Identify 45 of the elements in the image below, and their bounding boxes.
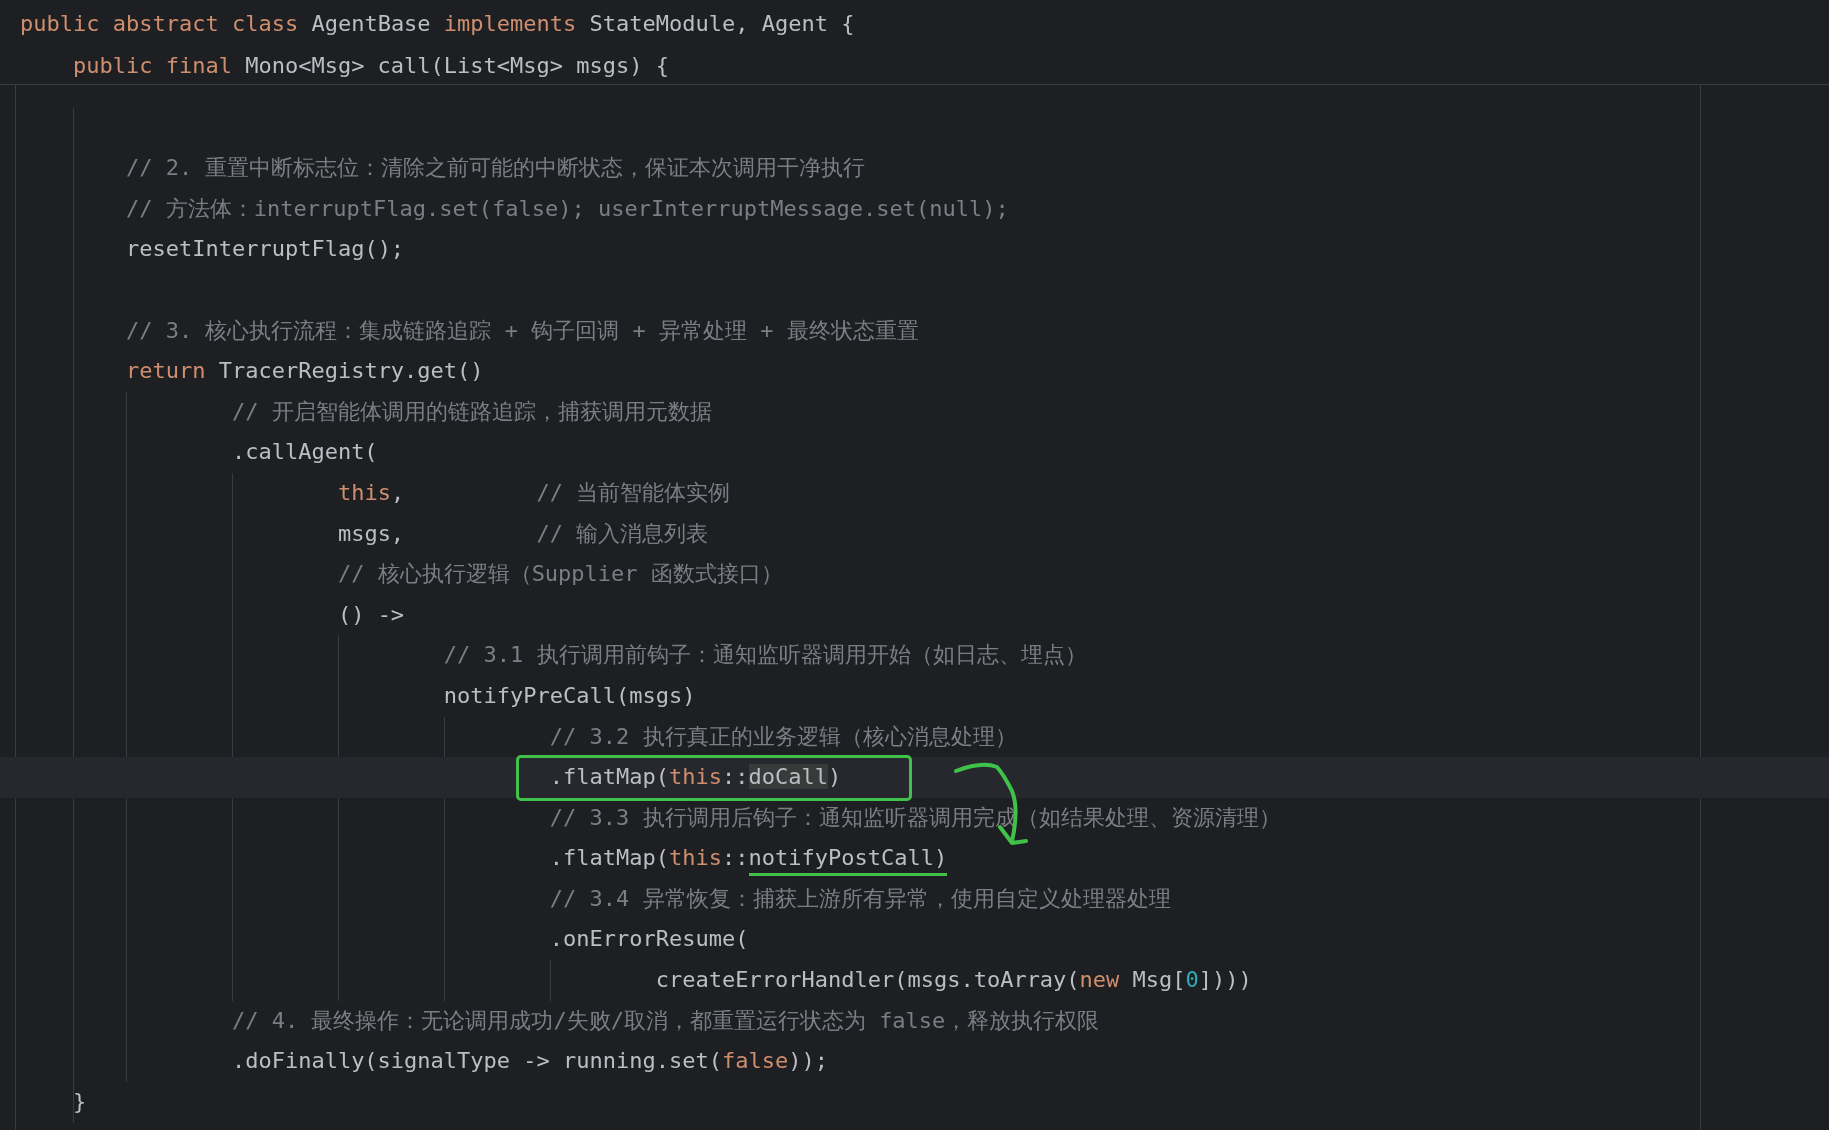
code-comment: // 当前智能体实例 (536, 479, 731, 505)
code-keyword: this (669, 764, 722, 790)
code-text: :: (722, 845, 749, 871)
code-comment: // 4. 最终操作：无论调用成功/失败/取消，都重置运行状态为 false，释放执行权限 (231, 1007, 1100, 1033)
code-text: () -> (337, 601, 405, 627)
code-keyword: public abstract class (20, 11, 300, 36)
code-comment: // 3.2 执行真正的业务逻辑（核心消息处理） (549, 723, 1017, 749)
code-text: StateModule, Agent { (589, 11, 855, 36)
code-comment: // 核心执行逻辑（Supplier 函数式接口） (337, 561, 783, 587)
code-text: :: (722, 764, 749, 790)
code-comment: // 方法体：interruptFlag.set(false); userInterruptMessage.set(null); (125, 195, 1009, 221)
code-comment: // 2. 重置中断标志位：清除之前可能的中断状态，保证本次调用干净执行 (125, 155, 866, 181)
code-keyword: new (1079, 967, 1121, 993)
code-text: TracerRegistry.get() (218, 358, 484, 384)
code-keyword: return (125, 358, 207, 384)
code-comment: // 3.4 异常恢复：捕获上游所有异常，使用自定义处理器处理 (549, 885, 1171, 911)
code-text: )); (788, 1048, 828, 1074)
code-text: .flatMap( (549, 845, 670, 871)
code-number: 0 (1185, 967, 1199, 993)
code-text: } (73, 1088, 87, 1114)
code-keyword: false (722, 1048, 789, 1074)
code-text: notifyPreCall(msgs) (443, 682, 696, 708)
code-text: ]))) (1198, 967, 1252, 993)
code-text: Mono<Msg> call(List<Msg> msgs) { (245, 53, 669, 78)
code-text: .callAgent( (231, 439, 378, 465)
code-comment: // 3.1 执行调用前钩子：通知监听器调用开始（如日志、埋点） (443, 642, 1087, 668)
code-text: .onErrorResume( (549, 926, 749, 952)
code-text: , (390, 479, 406, 505)
code-text: Msg[ (1132, 967, 1186, 993)
code-comment: // 开启智能体调用的链路追踪，捕获调用元数据 (231, 398, 712, 424)
code-text: msgs, (337, 520, 406, 546)
code-text: resetInterruptFlag(); (125, 236, 405, 262)
code-text: .doFinally(signalType -> running.set( (231, 1048, 722, 1074)
code-comment: // 3. 核心执行流程：集成链路追踪 + 钩子回调 + 异常处理 + 最终状态重置 (125, 317, 919, 343)
code-text: .flatMap( (549, 764, 670, 790)
code-keyword: implements (443, 11, 578, 36)
code-keyword: this (669, 845, 722, 871)
code-text: AgentBase (311, 11, 432, 36)
code-text: doCall (748, 764, 828, 790)
code-keyword: public final (73, 53, 233, 78)
code-comment: // 输入消息列表 (536, 520, 709, 546)
code-text: ) (828, 764, 842, 790)
code-keyword: this (337, 479, 391, 505)
code-text: createErrorHandler(msgs.toArray( (655, 967, 1080, 993)
code-text: notifyPostCall) (748, 845, 948, 877)
